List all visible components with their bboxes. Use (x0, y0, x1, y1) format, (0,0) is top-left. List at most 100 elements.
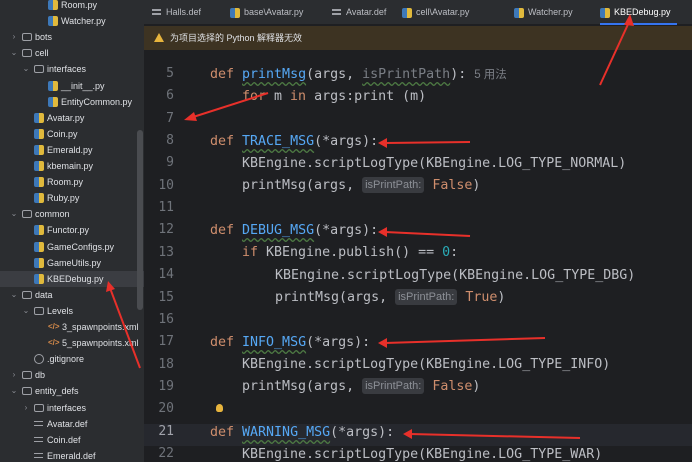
keyword: for (242, 89, 275, 104)
tree-item-data[interactable]: ⌄ data (0, 287, 144, 303)
tree-item-ruby-py[interactable]: Ruby.py (0, 190, 144, 206)
code-line-19[interactable]: printMsg(args, isPrintPath: False) (242, 376, 480, 398)
chevron-right-icon[interactable]: › (21, 400, 31, 416)
parameter-hint: isPrintPath: (362, 177, 425, 193)
tree-item-5-spawnpoints-xml[interactable]: </> 5_spawnpoints.xml (0, 335, 144, 351)
tree-item-label: __init__.py (61, 80, 105, 91)
code-line-15[interactable]: printMsg(args, isPrintPath: True) (275, 287, 505, 309)
code-line-21[interactable]: def WARNING_MSG(*args): (210, 422, 394, 444)
line-number[interactable]: 5 (144, 63, 174, 85)
tree-item-coin-def[interactable]: Coin.def (0, 432, 144, 448)
code-line-12[interactable]: def DEBUG_MSG(*args): (210, 220, 378, 242)
chevron-down-icon[interactable]: ⌄ (21, 61, 31, 77)
tree-item-emerald-py[interactable]: Emerald.py (0, 142, 144, 158)
code-line-18[interactable]: KBEngine.scriptLogType(KBEngine.LOG_TYPE… (242, 354, 610, 376)
tree-item-cell[interactable]: ⌄ cell (0, 45, 144, 61)
python-file-icon (600, 8, 610, 18)
chevron-down-icon[interactable]: ⌄ (9, 206, 19, 222)
tab-label: Halls.def (166, 7, 202, 17)
chevron-down-icon[interactable]: ⌄ (21, 303, 31, 319)
python-file-icon (48, 96, 58, 107)
tree-item-coin-py[interactable]: Coin.py (0, 126, 144, 142)
tree-item-bots[interactable]: › bots (0, 29, 144, 45)
tree-item-kbedebug-py[interactable]: KBEDebug.py (0, 270, 144, 287)
code-text: KBEngine.scriptLogType(KBEngine.LOG_TYPE… (242, 447, 603, 462)
line-number[interactable]: 20 (144, 398, 174, 420)
chevron-down-icon[interactable]: ⌄ (9, 45, 19, 61)
line-number[interactable]: 16 (144, 309, 174, 331)
tree-item-db[interactable]: › db (0, 367, 144, 383)
usages-hint[interactable]: 5 用法 (474, 69, 507, 81)
project-tree: Room.py Watcher.py › bots ⌄ cell ⌄ interfaces __… (0, 0, 144, 462)
line-number[interactable]: 13 (144, 242, 174, 264)
def-file-icon (332, 8, 342, 16)
chevron-down-icon[interactable]: ⌄ (9, 287, 19, 303)
code-editor[interactable]: 5 6 7 8 9 10 11 12 13 14 15 16 17 18 19 20 21 22 def prin… (144, 50, 692, 462)
python-file-icon (34, 177, 44, 188)
line-number[interactable]: 19 (144, 376, 174, 398)
tree-item-gitignore[interactable]: .gitignore (0, 351, 144, 367)
interpreter-warning-banner[interactable]: 为项目选择的 Python 解释器无效 (144, 26, 692, 50)
line-number[interactable]: 8 (144, 130, 174, 152)
tree-item-gameconfigs-py[interactable]: GameConfigs.py (0, 239, 144, 255)
tab-avatar-def[interactable]: Avatar.def (332, 0, 386, 25)
line-number[interactable]: 18 (144, 354, 174, 376)
line-number[interactable]: 14 (144, 264, 174, 286)
tab-label: Avatar.def (346, 7, 387, 17)
tree-item-room-py[interactable]: Room.py (0, 0, 144, 13)
line-number[interactable]: 7 (144, 108, 174, 130)
line-number[interactable]: 9 (144, 152, 174, 174)
tree-item-label: kbemain.py (47, 161, 94, 171)
keyword: def (210, 223, 243, 238)
tree-item-functor-py[interactable]: Functor.py (0, 222, 144, 238)
tab-label: cell\Avatar.py (416, 7, 470, 17)
tree-item-entity-defs[interactable]: ⌄ entity_defs (0, 383, 144, 399)
lightbulb-icon[interactable] (216, 404, 223, 412)
tree-item-levels[interactable]: ⌄ Levels (0, 303, 144, 319)
tree-item-interfaces[interactable]: › interfaces (0, 400, 144, 416)
tree-item-avatar-def[interactable]: Avatar.def (0, 416, 144, 432)
code-text: KBEngine.scriptLogType(KBEngine.LOG_TYPE… (242, 357, 611, 372)
tree-item-label: Watcher.py (61, 16, 106, 27)
tab-base-avatar-py[interactable]: base\Avatar.py (230, 0, 303, 25)
line-number[interactable]: 15 (144, 287, 174, 309)
code-line-17[interactable]: def INFO_MSG(*args): (210, 332, 370, 354)
tree-item-avatar-py[interactable]: Avatar.py (0, 110, 144, 126)
tree-item-emerald-def[interactable]: Emerald.def (0, 448, 144, 462)
code-line-5[interactable]: def printMsg(args, isPrintPath): 5 用法 (210, 64, 507, 86)
line-number[interactable]: 12 (144, 219, 174, 241)
tab-halls-def[interactable]: Halls.def (152, 0, 201, 25)
chevron-down-icon[interactable]: ⌄ (9, 383, 19, 399)
tree-item-watcher-py[interactable]: Watcher.py (0, 13, 144, 29)
python-file-icon (34, 144, 44, 155)
tree-item-init-py[interactable]: __init__.py (0, 78, 144, 94)
tree-item-kbemain-py[interactable]: kbemain.py (0, 158, 144, 174)
code-line-13[interactable]: if KBEngine.publish() == 0: (242, 242, 458, 264)
line-number[interactable]: 17 (144, 331, 174, 353)
code-line-8[interactable]: def TRACE_MSG(*args): (210, 131, 378, 153)
line-number[interactable]: 10 (144, 175, 174, 197)
chevron-right-icon[interactable]: › (9, 367, 19, 383)
code-line-22[interactable]: KBEngine.scriptLogType(KBEngine.LOG_TYPE… (242, 444, 602, 462)
tab-cell-avatar-py[interactable]: cell\Avatar.py (402, 0, 469, 25)
keyword: def (210, 67, 243, 82)
tree-item-interfaces[interactable]: ⌄ interfaces (0, 61, 144, 77)
tree-item-label: cell (35, 48, 49, 59)
tree-item-3-spawnpoints-xml[interactable]: </> 3_spawnpoints.xml (0, 319, 144, 335)
code-line-14[interactable]: KBEngine.scriptLogType(KBEngine.LOG_TYPE… (275, 265, 635, 287)
tab-watcher-py[interactable]: Watcher.py (514, 0, 573, 25)
tree-scrollbar[interactable] (137, 130, 143, 310)
tree-item-entitycommon-py[interactable]: EntityCommon.py (0, 94, 144, 110)
tree-item-gameutils-py[interactable]: GameUtils.py (0, 255, 144, 271)
code-line-10[interactable]: printMsg(args, isPrintPath: False) (242, 175, 480, 197)
line-number[interactable]: 21 (144, 421, 174, 443)
code-line-6[interactable]: for m in args:print (m) (242, 86, 426, 108)
code-line-9[interactable]: KBEngine.scriptLogType(KBEngine.LOG_TYPE… (242, 153, 626, 175)
line-number[interactable]: 11 (144, 197, 174, 219)
line-number[interactable]: 6 (144, 85, 174, 107)
tree-item-room-py[interactable]: Room.py (0, 174, 144, 190)
tree-item-common[interactable]: ⌄ common (0, 206, 144, 222)
chevron-right-icon[interactable]: › (9, 29, 19, 45)
line-number[interactable]: 22 (144, 443, 174, 462)
tab-kbedebug-py[interactable]: KBEDebug.py (600, 0, 677, 25)
